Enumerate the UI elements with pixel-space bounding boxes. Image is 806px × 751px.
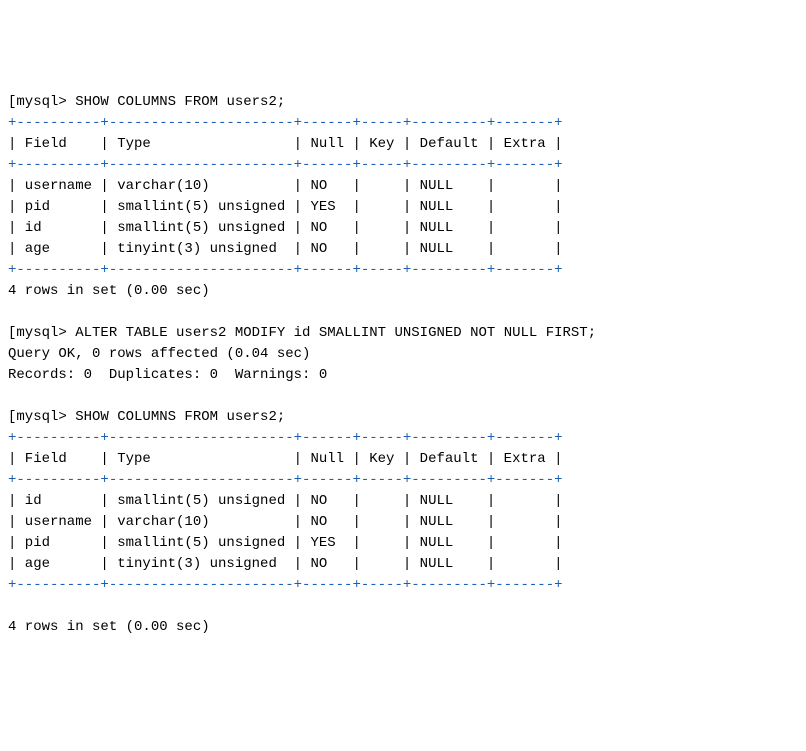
mysql-prompt: [mysql> [8, 409, 75, 425]
table-header-row: | Field | Type | Null | Key | Default | … [8, 136, 563, 152]
table-separator: +----------+----------------------+-----… [8, 430, 563, 446]
mysql-prompt: [mysql> [8, 94, 75, 110]
mysql-prompt: [mysql> [8, 325, 75, 341]
query-result: Query OK, 0 rows affected (0.04 sec) [8, 346, 310, 362]
table-separator: +----------+----------------------+-----… [8, 262, 563, 278]
table-separator: +----------+----------------------+-----… [8, 115, 563, 131]
sql-command: SHOW COLUMNS FROM users2; [75, 409, 285, 425]
sql-command: ALTER TABLE users2 MODIFY id SMALLINT UN… [75, 325, 596, 341]
result-footer: 4 rows in set (0.00 sec) [8, 619, 210, 635]
terminal-output: [mysql> SHOW COLUMNS FROM users2; +-----… [8, 92, 798, 638]
table-separator: +----------+----------------------+-----… [8, 577, 563, 593]
sql-command: SHOW COLUMNS FROM users2; [75, 94, 285, 110]
table-body: | username | varchar(10) | NO | | NULL |… [8, 178, 563, 257]
table-header-row: | Field | Type | Null | Key | Default | … [8, 451, 563, 467]
table-body: | id | smallint(5) unsigned | NO | | NUL… [8, 493, 563, 572]
result-footer: 4 rows in set (0.00 sec) [8, 283, 210, 299]
table-separator: +----------+----------------------+-----… [8, 157, 563, 173]
table-separator: +----------+----------------------+-----… [8, 472, 563, 488]
query-result: Records: 0 Duplicates: 0 Warnings: 0 [8, 367, 327, 383]
